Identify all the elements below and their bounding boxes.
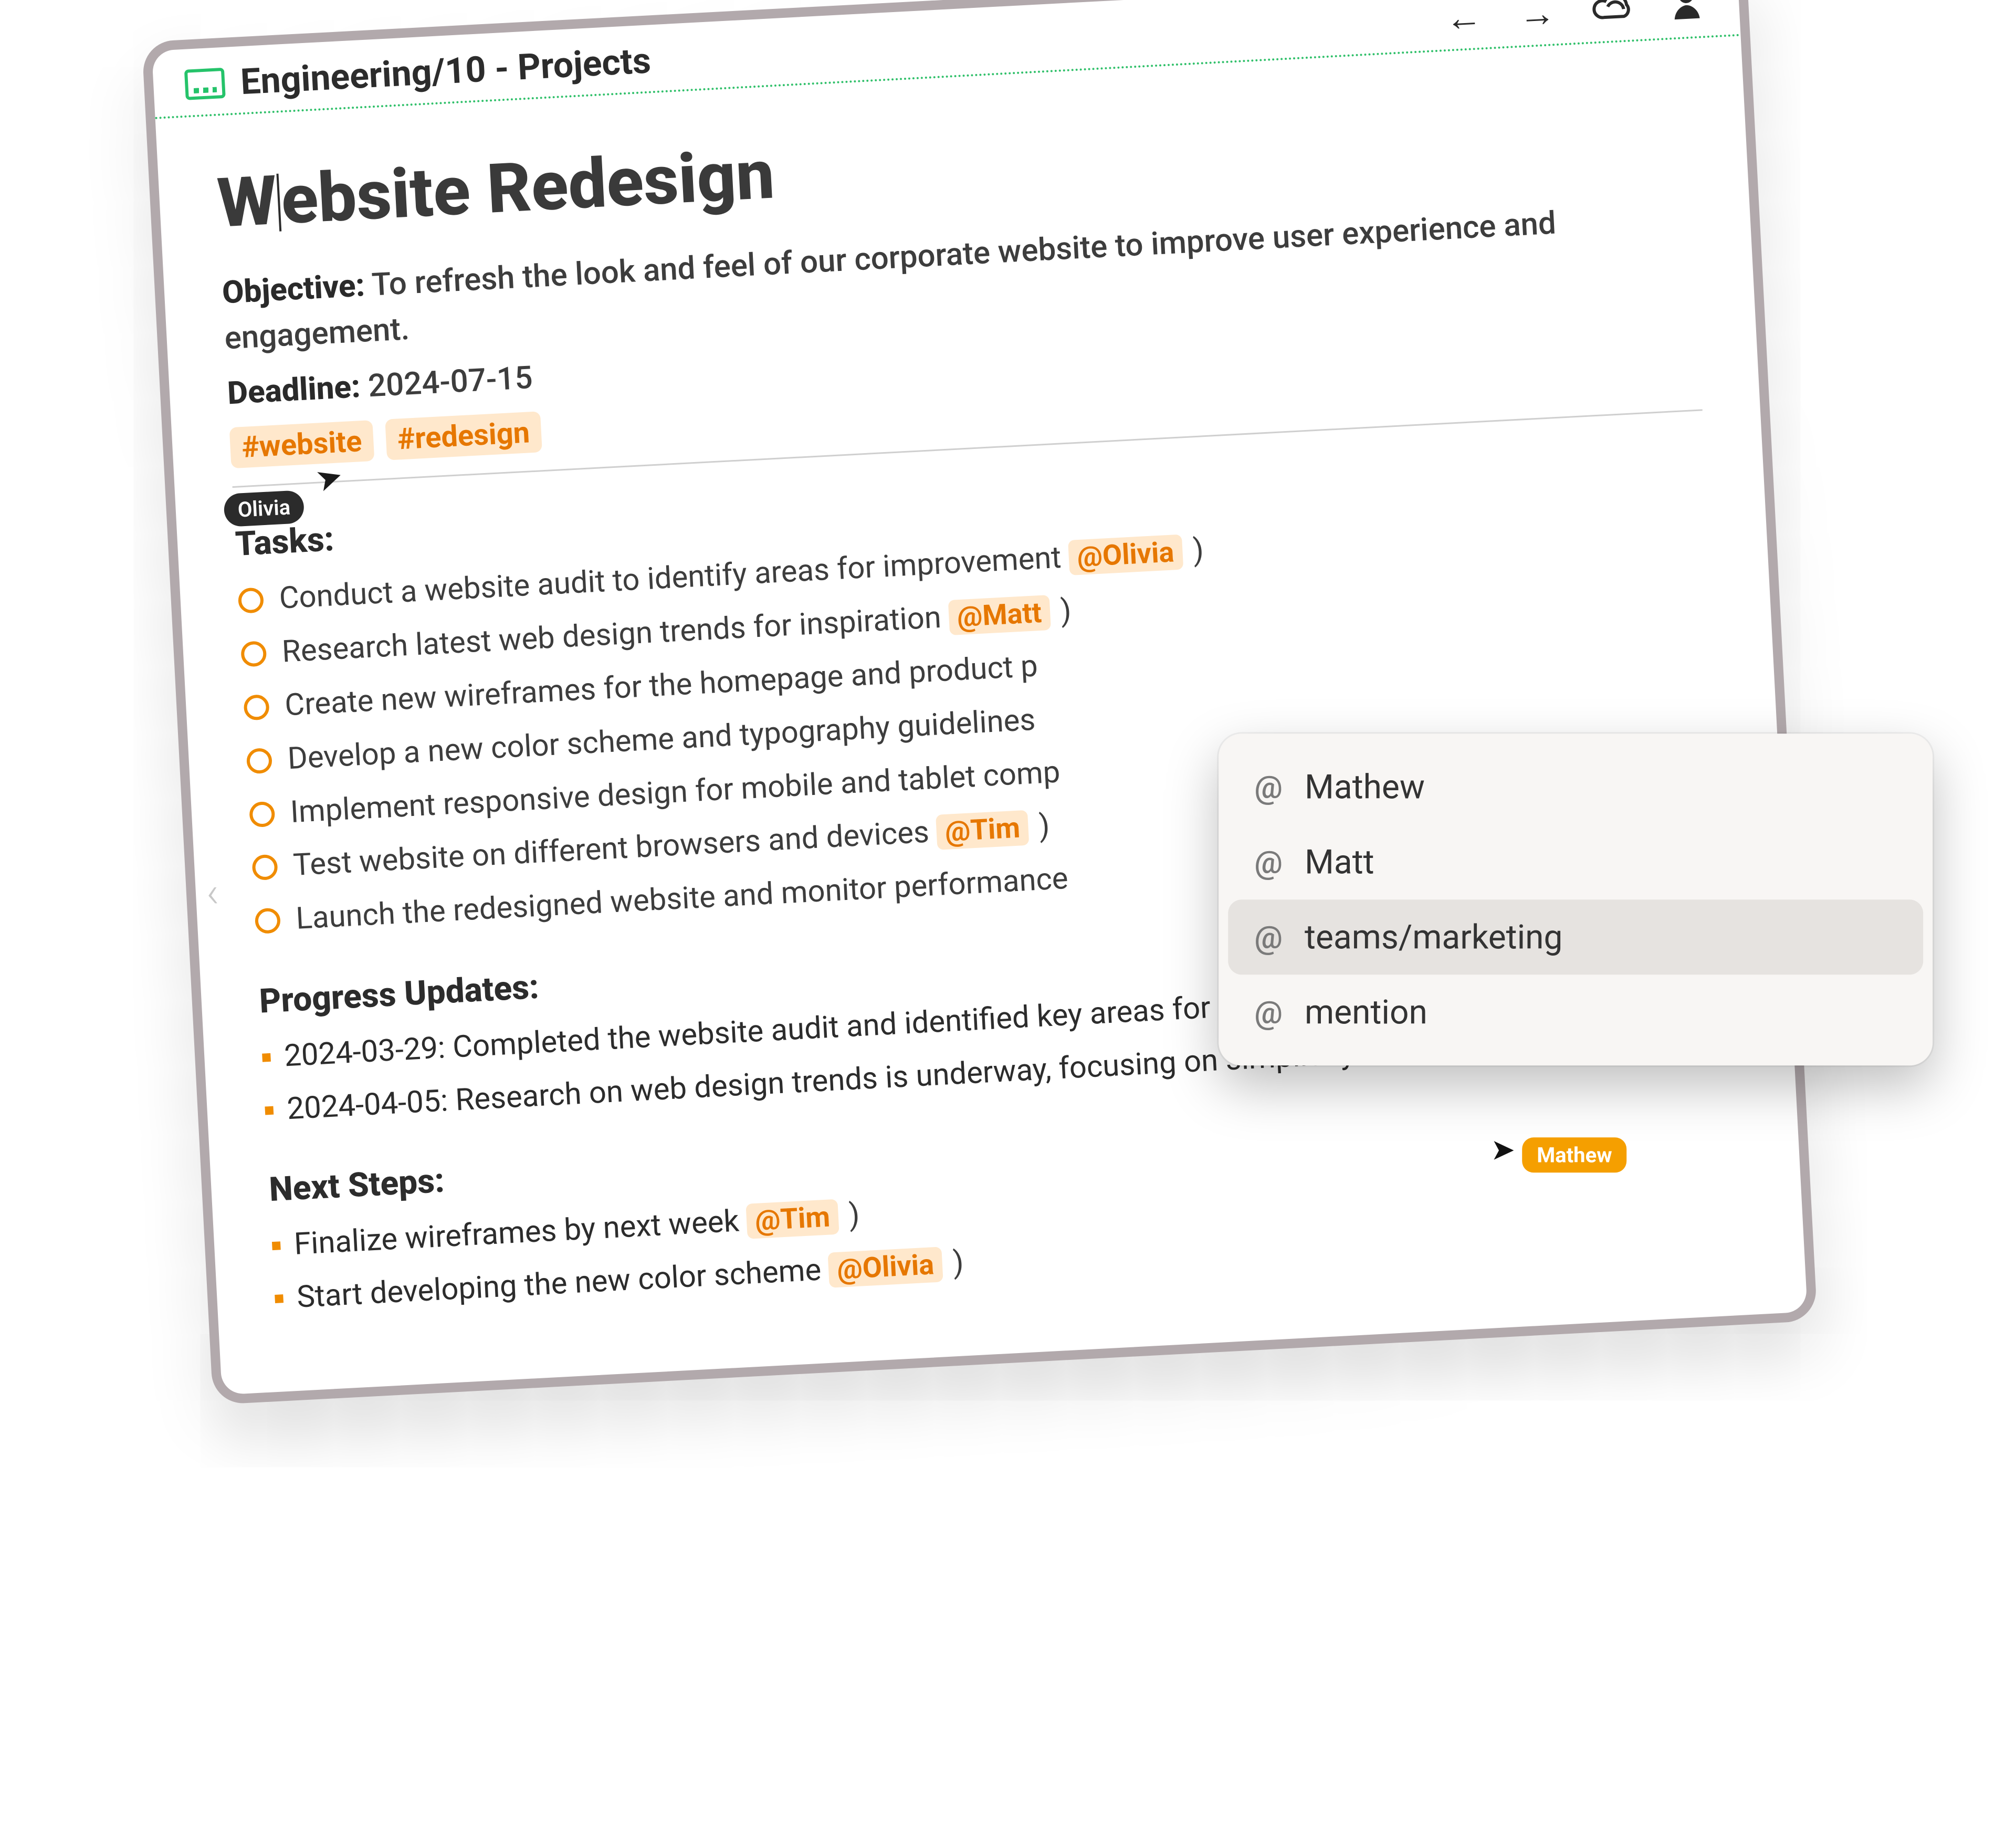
checkbox-icon[interactable]: [238, 587, 264, 613]
account-icon[interactable]: [1670, 0, 1704, 27]
tag-chip[interactable]: #website: [229, 420, 375, 468]
checkbox-icon[interactable]: [246, 748, 272, 774]
presence-badge: Olivia: [223, 490, 304, 527]
checkbox-icon[interactable]: [251, 854, 278, 881]
app-logo-icon: [184, 68, 226, 100]
mention-chip[interactable]: @Olivia: [1068, 535, 1183, 575]
checkbox-icon[interactable]: [249, 801, 275, 827]
deadline-label: Deadline:: [226, 368, 361, 412]
checkbox-icon[interactable]: [240, 641, 267, 667]
mention-option[interactable]: @ Mathew: [1228, 749, 1923, 824]
nav-back-icon[interactable]: ←: [1444, 0, 1483, 37]
bullet-icon: [272, 1242, 281, 1251]
mention-chip[interactable]: @Tim: [746, 1199, 839, 1239]
at-icon: @: [1254, 993, 1283, 1031]
paren: ): [1052, 593, 1072, 630]
at-icon: @: [1254, 768, 1283, 805]
mention-option-label: mention: [1305, 992, 1427, 1032]
checkbox-icon[interactable]: [255, 908, 281, 934]
presence-badge: Mathew: [1522, 1137, 1626, 1172]
mention-option-selected[interactable]: @ teams/marketing: [1228, 899, 1923, 975]
mention-chip[interactable]: @Olivia: [828, 1247, 943, 1288]
deadline-value: 2024-07-15: [367, 359, 533, 404]
sync-cloud-icon[interactable]: [1591, 0, 1635, 29]
objective-label: Objective:: [221, 266, 365, 311]
checkbox-icon[interactable]: [243, 694, 269, 720]
paren: ): [944, 1245, 964, 1282]
mention-chip[interactable]: @Matt: [948, 595, 1051, 635]
title-pre: W: [215, 160, 279, 244]
bullet-icon: [275, 1294, 284, 1303]
mention-option[interactable]: @ mention ➤ Mathew: [1228, 975, 1923, 1050]
mention-option[interactable]: @ Matt: [1228, 824, 1923, 899]
paren: ): [841, 1197, 860, 1234]
mention-option-label: Mathew: [1305, 767, 1425, 806]
title-post: ebsite Redesign: [279, 134, 776, 240]
mention-option-label: Matt: [1305, 842, 1374, 882]
paren: ): [1031, 808, 1051, 845]
nav-forward-icon[interactable]: →: [1518, 0, 1557, 34]
at-icon: @: [1254, 918, 1283, 956]
breadcrumb-text: Engineering/10 - Projects: [239, 39, 652, 103]
step-text: Finalize wireframes by next week: [293, 1203, 740, 1262]
paren: ): [1184, 532, 1204, 569]
collapse-sidebar-icon[interactable]: ‹: [205, 868, 220, 918]
mention-popup[interactable]: @ Mathew @ Matt @ teams/marketing @ ment…: [1219, 734, 1933, 1065]
mention-chip[interactable]: @Tim: [936, 810, 1029, 850]
at-icon: @: [1254, 843, 1283, 881]
document-body[interactable]: Website Redesign Objective: To refresh t…: [155, 36, 1808, 1395]
mention-option-label: teams/marketing: [1305, 917, 1562, 957]
bullet-icon: [262, 1053, 271, 1062]
bullet-icon: [265, 1106, 274, 1115]
tag-chip[interactable]: #redesign: [385, 411, 542, 460]
document-card: Engineering/10 - Projects ← →: [142, 0, 1818, 1405]
mouse-cursor-icon: ➤: [1490, 1132, 1515, 1167]
breadcrumb[interactable]: Engineering/10 - Projects: [184, 39, 652, 106]
